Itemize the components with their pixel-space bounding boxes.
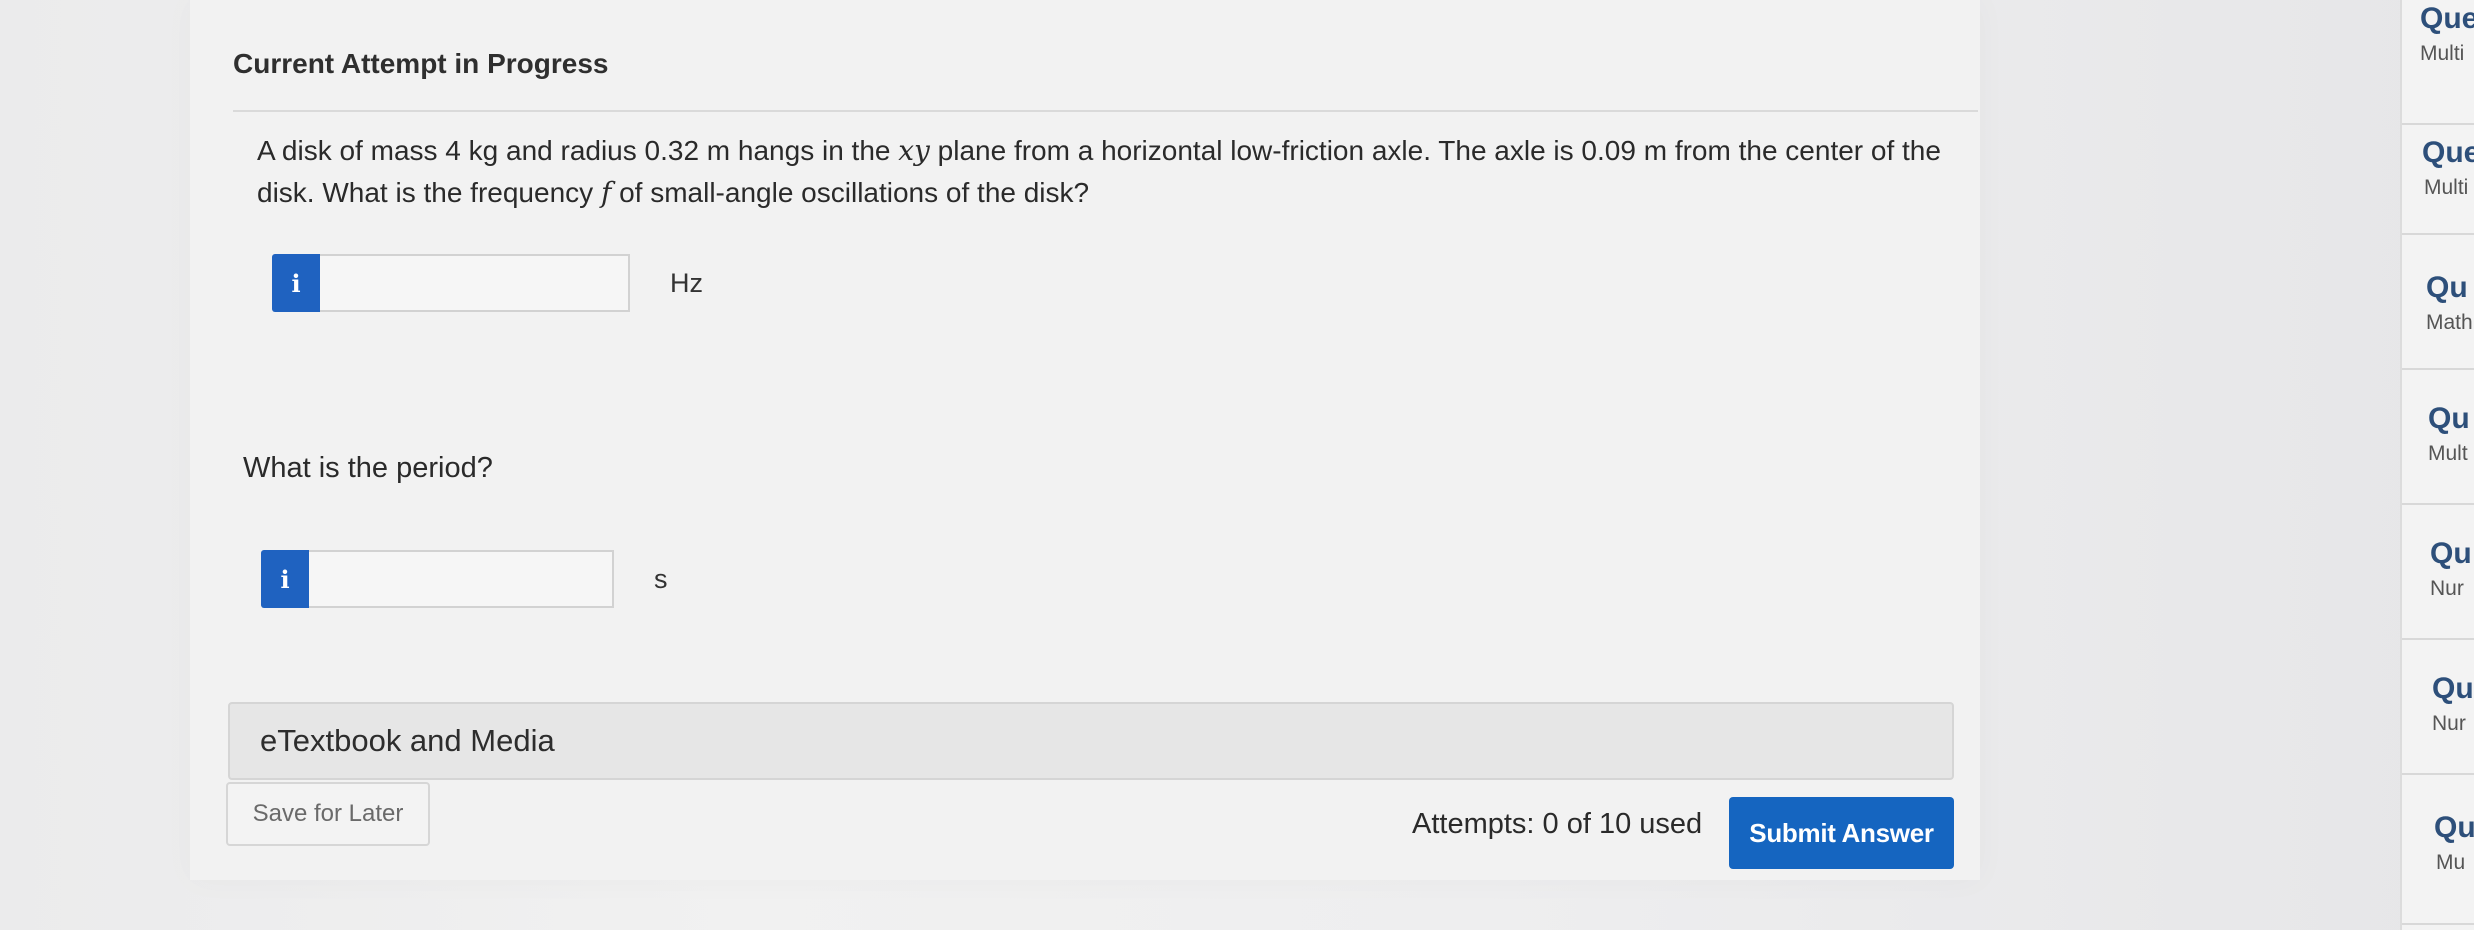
sidebar-question-item[interactable]: Qu Mult bbox=[2402, 370, 2474, 505]
math-variable-f: f bbox=[600, 176, 612, 209]
sidebar-item-title: Qu bbox=[2428, 402, 2470, 435]
info-icon[interactable]: i bbox=[261, 550, 309, 608]
frequency-answer-input[interactable] bbox=[320, 254, 630, 312]
sidebar-item-subtitle: Nur bbox=[2430, 577, 2464, 600]
question-text-part: A disk of mass 4 kg and radius 0.32 m ha… bbox=[257, 135, 899, 166]
period-unit-label: s bbox=[654, 563, 668, 594]
sidebar-item-subtitle: Multi bbox=[2424, 176, 2469, 199]
attempts-counter: Attempts: 0 of 10 used bbox=[1412, 808, 1703, 840]
attempt-status-heading: Current Attempt in Progress bbox=[233, 48, 609, 79]
etextbook-media-panel[interactable]: eTextbook and Media bbox=[228, 702, 1954, 780]
sidebar-item-subtitle: Nur bbox=[2432, 712, 2466, 735]
sidebar-item-subtitle: Multi bbox=[2420, 42, 2465, 65]
math-variable-xy: xy bbox=[898, 134, 930, 167]
question-text-part: of small-angle oscillations of the disk? bbox=[611, 177, 1090, 208]
sidebar-item-title: Que bbox=[2420, 2, 2474, 35]
save-for-later-button[interactable]: Save for Later bbox=[226, 782, 430, 846]
frequency-answer-row: i Hz bbox=[272, 254, 703, 312]
page: Current Attempt in Progress A disk of ma… bbox=[0, 0, 2474, 930]
frequency-unit-label: Hz bbox=[670, 267, 703, 298]
period-answer-input[interactable] bbox=[309, 550, 614, 608]
period-answer-row: i s bbox=[261, 550, 668, 608]
question-list-sidebar: Que Multi Que Multi Qu Math Qu Mult Qu N… bbox=[2400, 0, 2474, 930]
sidebar-question-item[interactable]: Qu Math bbox=[2402, 235, 2474, 370]
sidebar-item-subtitle: Mult bbox=[2428, 442, 2468, 465]
sidebar-item-title: Qu bbox=[2434, 811, 2474, 844]
sidebar-item-title: Qu bbox=[2430, 537, 2472, 570]
sidebar-question-item[interactable]: Que Multi bbox=[2402, 100, 2474, 235]
question-text: A disk of mass 4 kg and radius 0.32 m ha… bbox=[257, 130, 1957, 214]
info-icon[interactable]: i bbox=[272, 254, 320, 312]
sidebar-item-subtitle: Math bbox=[2426, 311, 2473, 334]
sidebar-question-item[interactable]: Qu Nur bbox=[2402, 640, 2474, 775]
sidebar-question-item[interactable]: Qu Nur bbox=[2402, 505, 2474, 640]
sidebar-item-title: Qu bbox=[2426, 271, 2468, 304]
submit-answer-button[interactable]: Submit Answer bbox=[1729, 797, 1954, 869]
period-question-text: What is the period? bbox=[243, 452, 493, 484]
sidebar-item-subtitle: Mu bbox=[2436, 851, 2466, 874]
sidebar-item-title: Qu bbox=[2432, 672, 2474, 705]
sidebar-question-item[interactable]: Qu Mu bbox=[2402, 775, 2474, 925]
sidebar-item-title: Que bbox=[2422, 136, 2474, 169]
